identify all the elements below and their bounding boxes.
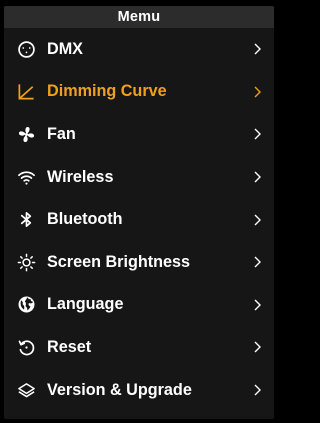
chevron-right-icon: [252, 255, 262, 269]
reset-icon: [16, 337, 36, 357]
chevron-right-icon: [252, 127, 262, 141]
menu-item-reset[interactable]: Reset: [4, 326, 274, 369]
chevron-right-icon: [252, 85, 262, 99]
menu-header: Memu: [4, 6, 274, 28]
menu-item-label: Language: [47, 295, 124, 314]
menu-item-fan[interactable]: Fan: [4, 113, 274, 156]
chevron-right-icon: [252, 213, 262, 227]
bluetooth-icon: [16, 210, 36, 230]
menu-item-dimming-curve[interactable]: Dimming Curve: [4, 71, 274, 114]
menu-item-label: Wireless: [47, 167, 114, 186]
chevron-right-icon: [252, 170, 262, 184]
chevron-right-icon: [252, 42, 262, 56]
menu-item-label: Screen Brightness: [47, 252, 191, 271]
menu-item-label: DMX: [47, 39, 83, 58]
dmx-connector-icon: [16, 39, 36, 59]
menu-item-language[interactable]: Language: [4, 284, 274, 327]
device-screen: Memu DMX Dimming Curve Fan Wireless Blue…: [0, 0, 279, 423]
fan-icon: [16, 124, 36, 144]
chevron-right-icon: [252, 383, 262, 397]
layers-icon: [16, 380, 36, 400]
menu-item-wireless[interactable]: Wireless: [4, 156, 274, 199]
menu-item-version-upgrade[interactable]: Version & Upgrade: [4, 369, 274, 412]
chevron-right-icon: [252, 340, 262, 354]
menu-item-dmx[interactable]: DMX: [4, 28, 274, 71]
dimming-curve-icon: [16, 82, 36, 102]
menu-panel: Memu DMX Dimming Curve Fan Wireless Blue…: [4, 6, 274, 419]
chevron-right-icon: [252, 298, 262, 312]
menu-item-label: Version & Upgrade: [47, 380, 192, 399]
menu-item-screen-brightness[interactable]: Screen Brightness: [4, 241, 274, 284]
menu-item-label: Dimming Curve: [47, 82, 167, 101]
globe-icon: [16, 295, 36, 315]
menu-item-bluetooth[interactable]: Bluetooth: [4, 198, 274, 241]
wifi-icon: [16, 167, 36, 187]
menu-item-label: Fan: [47, 124, 76, 143]
menu-item-label: Reset: [47, 337, 92, 356]
menu-title: Memu: [117, 9, 161, 25]
brightness-icon: [16, 252, 36, 272]
menu-list: DMX Dimming Curve Fan Wireless Bluetooth…: [4, 28, 274, 411]
menu-item-label: Bluetooth: [47, 210, 123, 229]
